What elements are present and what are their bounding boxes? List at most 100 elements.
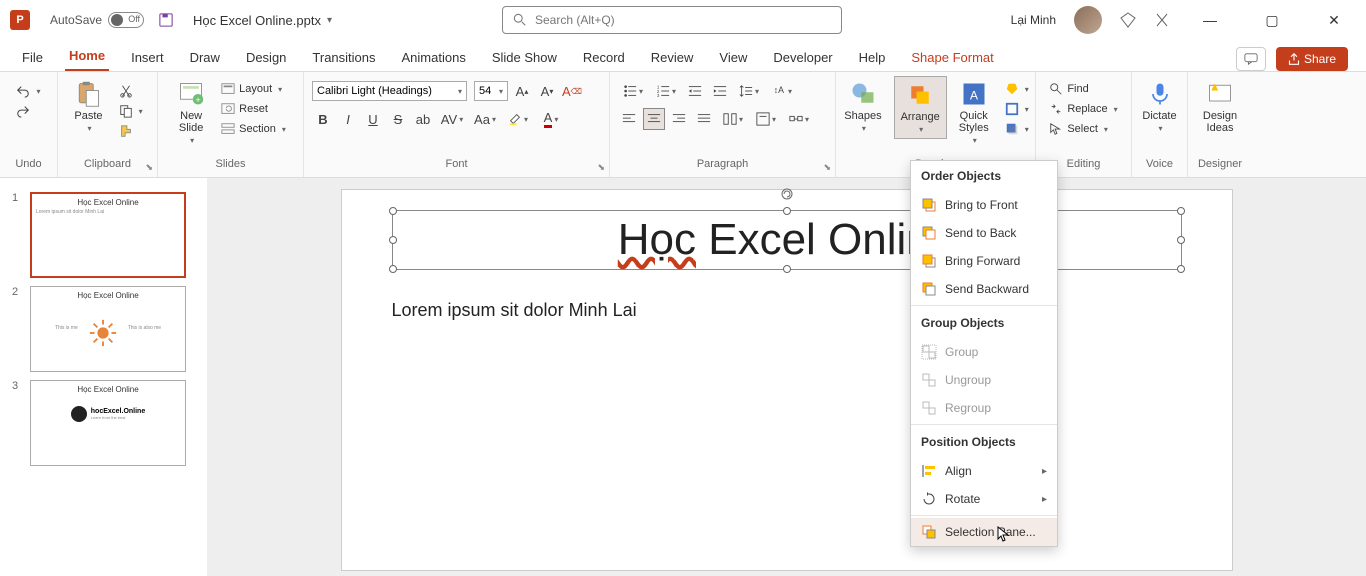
tab-file[interactable]: File — [18, 44, 47, 71]
clipboard-dialog-launcher[interactable]: ⬊ — [145, 162, 153, 173]
rotate-item[interactable]: Rotate▸ — [911, 485, 1057, 513]
shadow-button[interactable]: ab — [412, 108, 434, 130]
autohide-icon[interactable] — [1154, 12, 1170, 28]
rotate-handle[interactable] — [781, 187, 793, 199]
tab-shape-format[interactable]: Shape Format — [907, 44, 997, 71]
bring-forward-item[interactable]: Bring Forward — [911, 247, 1057, 275]
smartart-button[interactable]: ▾ — [784, 108, 814, 130]
clear-formatting-button[interactable]: A⌫ — [561, 80, 583, 102]
numbering-button[interactable]: 123▾ — [651, 80, 681, 102]
strikethrough-button[interactable]: S — [387, 108, 409, 130]
increase-font-button[interactable]: A▴ — [511, 80, 533, 102]
share-button[interactable]: Share — [1276, 47, 1348, 71]
font-dialog-launcher[interactable]: ⬊ — [597, 162, 605, 173]
design-ideas-button[interactable]: Design Ideas — [1197, 76, 1243, 138]
resize-handle[interactable] — [783, 207, 791, 215]
bold-button[interactable]: B — [312, 108, 334, 130]
find-button[interactable]: Find — [1045, 80, 1121, 98]
resize-handle[interactable] — [389, 236, 397, 244]
tab-draw[interactable]: Draw — [186, 44, 224, 71]
thumbnail-1[interactable]: 1 Học Excel OnlineLorem ipsum sit dolor … — [0, 188, 207, 282]
tab-home[interactable]: Home — [65, 42, 109, 71]
slide[interactable]: Học Excel Online Lorem ipsum sit dolor M… — [342, 190, 1232, 570]
paragraph-dialog-launcher[interactable]: ⬊ — [823, 162, 831, 173]
decrease-indent-button[interactable] — [684, 80, 706, 102]
line-spacing-button[interactable]: ▾ — [734, 80, 764, 102]
font-color-button[interactable]: A▾ — [536, 108, 566, 130]
font-size-combo[interactable]: 54▾ — [474, 81, 508, 101]
quick-styles-button[interactable]: AQuick Styles▾ — [953, 76, 995, 149]
align-center-button[interactable] — [643, 108, 665, 130]
resize-handle[interactable] — [389, 207, 397, 215]
italic-button[interactable]: I — [337, 108, 359, 130]
shape-fill-button[interactable]: ▾ — [1001, 80, 1033, 98]
reset-button[interactable]: Reset — [217, 100, 290, 118]
dictate-button[interactable]: Dictate▾ — [1136, 76, 1182, 137]
align-text-button[interactable]: ▾ — [751, 108, 781, 130]
filename[interactable]: Học Excel Online.pptx — [193, 13, 321, 28]
char-spacing-button[interactable]: AV▾ — [437, 108, 467, 130]
tab-transitions[interactable]: Transitions — [308, 44, 379, 71]
section-button[interactable]: Section▾ — [217, 120, 290, 138]
select-button[interactable]: Select▾ — [1045, 120, 1121, 138]
save-icon[interactable] — [159, 13, 173, 27]
thumbnail-2[interactable]: 2 Học Excel Online This is me This is al… — [0, 282, 207, 376]
redo-button[interactable] — [12, 102, 34, 120]
close-button[interactable]: ✕ — [1312, 6, 1356, 34]
highlight-button[interactable]: ▾ — [503, 108, 533, 130]
minimize-button[interactable]: — — [1188, 6, 1232, 34]
comments-button[interactable] — [1236, 47, 1266, 71]
change-case-button[interactable]: Aa▾ — [470, 108, 500, 130]
resize-handle[interactable] — [1177, 236, 1185, 244]
send-to-back-item[interactable]: Send to Back — [911, 219, 1057, 247]
tab-animations[interactable]: Animations — [398, 44, 470, 71]
tab-record[interactable]: Record — [579, 44, 629, 71]
resize-handle[interactable] — [389, 265, 397, 273]
bullets-button[interactable]: ▾ — [618, 80, 648, 102]
align-left-button[interactable] — [618, 108, 640, 130]
arrange-button[interactable]: Arrange▾ — [894, 76, 947, 139]
shapes-button[interactable]: Shapes▾ — [838, 76, 887, 137]
shape-outline-button[interactable]: ▾ — [1001, 100, 1033, 118]
paste-button[interactable]: Paste▾ — [68, 76, 108, 137]
send-backward-item[interactable]: Send Backward — [911, 275, 1057, 303]
resize-handle[interactable] — [783, 265, 791, 273]
tab-review[interactable]: Review — [647, 44, 698, 71]
copy-button[interactable]: ▾ — [115, 102, 147, 120]
tab-view[interactable]: View — [715, 44, 751, 71]
increase-indent-button[interactable] — [709, 80, 731, 102]
justify-button[interactable] — [693, 108, 715, 130]
resize-handle[interactable] — [1177, 207, 1185, 215]
shape-effects-button[interactable]: ▾ — [1001, 120, 1033, 138]
decrease-font-button[interactable]: A▾ — [536, 80, 558, 102]
username[interactable]: Lại Minh — [1011, 13, 1056, 27]
replace-button[interactable]: Replace▾ — [1045, 100, 1121, 118]
body-text[interactable]: Lorem ipsum sit dolor Minh Lai — [392, 300, 1182, 321]
avatar[interactable] — [1074, 6, 1102, 34]
tab-slideshow[interactable]: Slide Show — [488, 44, 561, 71]
resize-handle[interactable] — [1177, 265, 1185, 273]
bring-to-front-item[interactable]: Bring to Front — [911, 191, 1057, 219]
diamond-icon[interactable] — [1120, 12, 1136, 28]
text-direction-button[interactable]: ↕A▾ — [767, 80, 797, 102]
filename-dropdown-icon[interactable]: ▾ — [327, 15, 332, 26]
autosave-toggle[interactable]: Off — [108, 12, 144, 28]
align-item[interactable]: Align▸ — [911, 457, 1057, 485]
format-painter-button[interactable] — [115, 122, 147, 140]
align-right-button[interactable] — [668, 108, 690, 130]
tab-developer[interactable]: Developer — [769, 44, 836, 71]
selection-pane-item[interactable]: Selection Pane... — [911, 518, 1057, 546]
title-textbox[interactable]: Học Excel Online — [392, 210, 1182, 270]
layout-button[interactable]: Layout▾ — [217, 80, 290, 98]
new-slide-button[interactable]: + New Slide▾ — [171, 76, 211, 149]
tab-help[interactable]: Help — [855, 44, 890, 71]
undo-button[interactable]: ▾ — [12, 82, 44, 100]
thumbnail-3[interactable]: 3 Học Excel Online hocExcel.OnlineLearn … — [0, 376, 207, 470]
underline-button[interactable]: U — [362, 108, 384, 130]
font-name-combo[interactable]: Calibri Light (Headings)▾ — [312, 81, 467, 101]
tab-insert[interactable]: Insert — [127, 44, 168, 71]
tab-design[interactable]: Design — [242, 44, 290, 71]
maximize-button[interactable]: ▢ — [1250, 6, 1294, 34]
cut-button[interactable] — [115, 82, 147, 100]
search-box[interactable]: Search (Alt+Q) — [502, 6, 842, 34]
